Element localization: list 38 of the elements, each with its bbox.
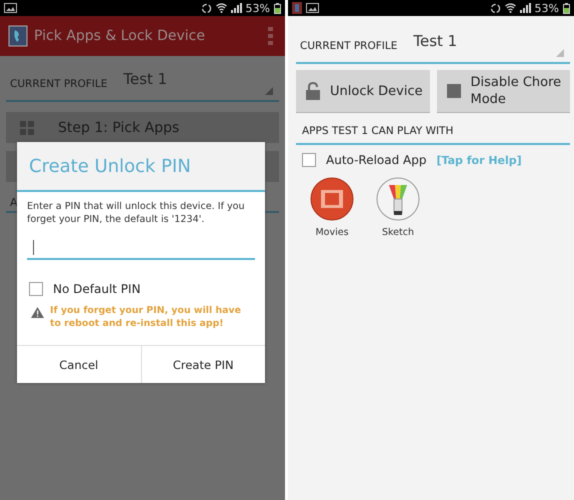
dialog-message: Enter a PIN that will unlock this device. If you forget your PIN, the default is '1234'. bbox=[27, 200, 246, 226]
image-icon bbox=[4, 3, 17, 13]
section-heading: APPS TEST 1 CAN PLAY WITH bbox=[301, 125, 454, 139]
sync-icon bbox=[200, 2, 212, 14]
app-name: Sketch bbox=[382, 227, 414, 238]
checkbox[interactable] bbox=[29, 282, 43, 296]
profile-label: CURRENT PROFILE bbox=[300, 40, 398, 54]
overflow-menu-icon[interactable] bbox=[268, 26, 273, 46]
app-title: Pick Apps & Lock Device bbox=[34, 28, 205, 44]
grid-icon bbox=[20, 120, 34, 134]
pin-input-field[interactable] bbox=[27, 238, 255, 260]
signal-icon bbox=[230, 3, 242, 13]
checkbox[interactable] bbox=[302, 153, 316, 167]
battery-icon bbox=[274, 2, 281, 14]
app-name: Movies bbox=[315, 227, 349, 238]
dialog-button[interactable]: Cancel bbox=[17, 346, 140, 383]
warning-icon bbox=[31, 307, 44, 318]
wifi-icon bbox=[216, 3, 227, 13]
profile-label: CURRENT PROFILE bbox=[10, 78, 108, 92]
sync-icon bbox=[490, 2, 501, 14]
wifi-icon bbox=[504, 3, 516, 13]
checkbox-label: Auto-Reload App bbox=[326, 153, 426, 167]
battery-percent: 53% bbox=[246, 2, 270, 14]
action-button[interactable]: Disable Chore Mode bbox=[436, 70, 570, 113]
battery-percent: 53% bbox=[534, 2, 559, 14]
square-icon bbox=[446, 84, 460, 98]
signal-icon bbox=[520, 3, 531, 13]
battery-icon bbox=[563, 2, 570, 14]
warning-text: If you forget your PIN, you will have to reboot and re-install this app! bbox=[50, 304, 242, 330]
action-button[interactable]: Unlock Device bbox=[296, 70, 430, 113]
image-icon bbox=[306, 3, 319, 13]
dialog-button[interactable]: Create PIN bbox=[140, 346, 265, 383]
checkbox-label: No Default PIN bbox=[53, 282, 141, 296]
dialog-title: Create Unlock PIN bbox=[17, 142, 265, 192]
section-heading: A bbox=[10, 196, 18, 209]
brush-icon[interactable] bbox=[376, 177, 420, 221]
profile-spinner[interactable]: Test 1 bbox=[409, 30, 566, 60]
lock-icon bbox=[306, 82, 320, 100]
